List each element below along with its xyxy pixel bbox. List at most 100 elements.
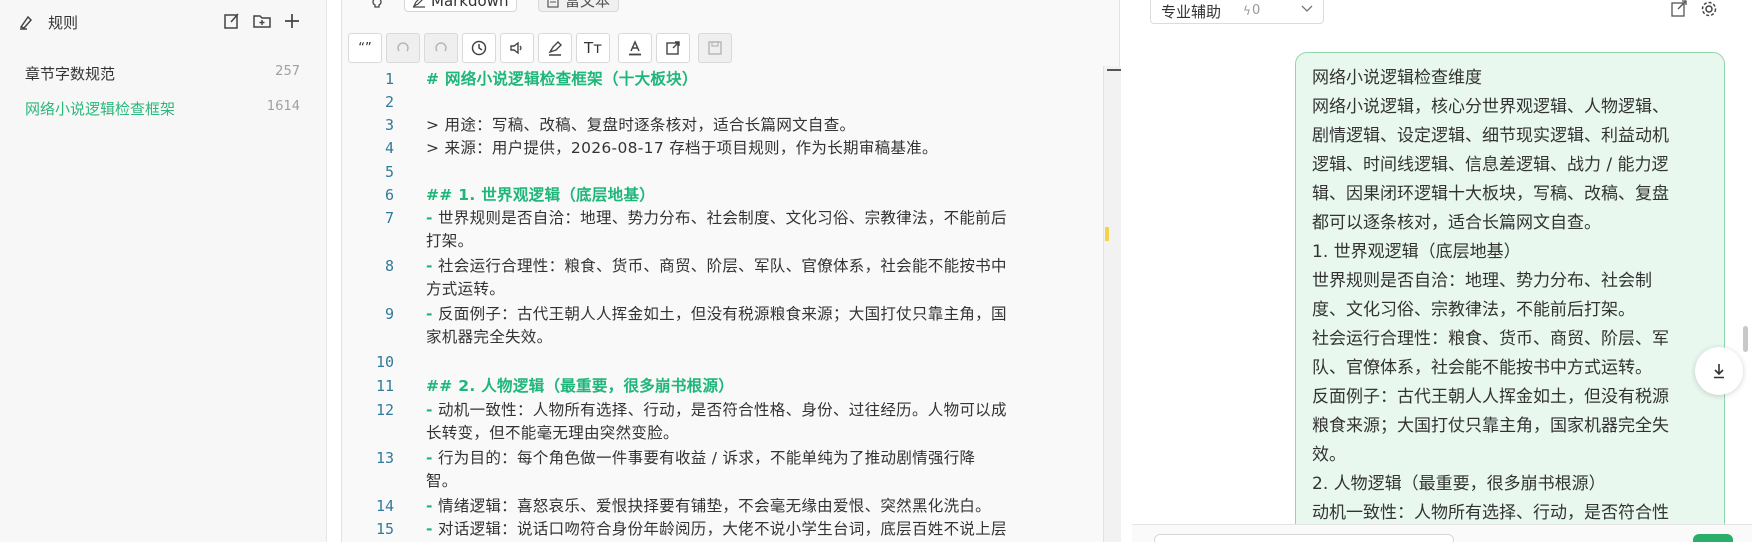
line-text: 家机器完全失效。: [426, 328, 553, 346]
line-number: 8: [384, 257, 394, 275]
assistant-header: 专业辅助 ϟ 0: [1132, 0, 1752, 24]
markdown-editor: Markdown 富文本 “” Tт 1 # 网络小说逻辑检查框架（十大板块） …: [341, 0, 1121, 542]
message-line: 度、文化习俗、宗教律法，不能前后打架。: [1312, 300, 1635, 320]
settings-gear-icon[interactable]: [1700, 0, 1718, 18]
save-icon: [708, 41, 722, 55]
tab-rich-text-label: 富文本: [565, 0, 611, 10]
message-line: 都可以逐条核对，适合长篇网文自查。: [1312, 213, 1601, 233]
code-area[interactable]: 1 # 网络小说逻辑检查框架（十大板块） 2 3 > 用途：写稿、改稿、复盘时逐…: [342, 66, 1102, 542]
chevron-down-icon: [1301, 5, 1313, 12]
app-window: 规则 章节字数规范 257 网络小说逻辑检查框架 1614 Markdown 富…: [0, 0, 1752, 542]
quote-button-label: “”: [358, 40, 372, 56]
rule-item-name: 网络小说逻辑检查框架: [25, 100, 176, 118]
line-number: 3: [384, 116, 394, 134]
message-line: 粮食来源；大国打仗只靠主角，国家机器完全失: [1312, 416, 1669, 436]
history-button[interactable]: [462, 33, 496, 63]
line-text: - 社会运行合理性：粮食、货币、商贸、阶层、军队、官僚体系，社会能不能按书中: [426, 257, 1007, 275]
rule-item-count: 1614: [266, 99, 300, 114]
rule-item[interactable]: 章节字数规范 257: [10, 56, 310, 88]
edit-icon: [412, 0, 425, 8]
speaker-button[interactable]: [500, 33, 534, 63]
rules-icon: [19, 15, 33, 30]
line-text: 打架。: [426, 232, 474, 250]
line-number: 9: [384, 305, 394, 323]
line-text: 方式运转。: [426, 280, 506, 298]
message-line: 2. 人物逻辑（最重要，很多崩书根源）: [1312, 474, 1606, 494]
quote-button[interactable]: “”: [348, 33, 382, 63]
rule-item-name: 章节字数规范: [25, 65, 116, 83]
line-number: 2: [384, 93, 394, 111]
font-color-icon: [629, 40, 641, 56]
message-line: 队、官僚体系，社会能不能按书中方式运转。: [1312, 358, 1652, 378]
line-text: > 来源：用户提供，2026-08-17 存档于项目规则，作为长期审稿基准。: [426, 139, 938, 157]
undo-button[interactable]: [386, 33, 420, 63]
line-number: 5: [384, 163, 394, 181]
tab-rich-text[interactable]: 富文本: [538, 0, 620, 12]
redo-icon: [435, 42, 447, 52]
message-line: 剧情逻辑、设定逻辑、细节现实逻辑、利益动机: [1312, 126, 1669, 146]
new-folder-icon[interactable]: [252, 11, 272, 31]
rule-item-active[interactable]: 网络小说逻辑检查框架 1614: [10, 91, 310, 123]
change-marker: [1105, 227, 1109, 241]
highlighter-button[interactable]: [538, 33, 572, 63]
save-button[interactable]: [698, 33, 732, 63]
message-line: 1. 世界观逻辑（底层地基）: [1312, 242, 1521, 262]
scroll-position-indicator: [1107, 69, 1121, 71]
rule-item-count: 257: [275, 64, 300, 79]
arrow-down-icon: [1714, 364, 1724, 379]
line-number: 13: [375, 449, 394, 467]
line-text: # 网络小说逻辑检查框架（十大板块）: [426, 70, 698, 88]
export-icon: [666, 41, 680, 55]
line-number: 15: [375, 520, 394, 538]
tab-markdown[interactable]: Markdown: [404, 0, 518, 12]
text-size-label: Tт: [584, 39, 602, 57]
message-line: 逻辑、时间线逻辑、信息差逻辑、战力 / 能力逻: [1312, 155, 1669, 175]
line-number: 11: [375, 377, 394, 395]
line-text: - 世界规则是否自洽：地理、势力分布、社会制度、文化习俗、宗教律法，不能前后: [426, 209, 1007, 227]
line-number: 14: [375, 497, 394, 515]
text-size-button[interactable]: Tт: [576, 33, 610, 63]
line-text: > 用途：写稿、改稿、复盘时逐条核对，适合长篇网文自查。: [426, 116, 856, 134]
line-text: ## 2. 人物逻辑（最重要，很多崩书根源）: [426, 377, 735, 395]
message-line: 世界规则是否自洽：地理、势力分布、社会制: [1312, 271, 1652, 291]
scroll-to-bottom-button[interactable]: [1695, 347, 1743, 395]
message-line: 社会运行合理性：粮食、货币、商贸、阶层、军: [1312, 329, 1669, 349]
line-number: 4: [384, 139, 394, 157]
line-text: ## 1. 世界观逻辑（底层地基）: [426, 186, 656, 204]
editor-mode-row: Markdown 富文本: [342, 0, 1121, 22]
lightning-icon: ϟ: [1243, 4, 1251, 18]
line-number: 10: [375, 353, 394, 371]
tab-markdown-label: Markdown: [431, 0, 509, 10]
assistant-panel: 专业辅助 ϟ 0 网络小说逻辑检查维度 网络小说逻辑，核心分世界观逻辑、人物逻辑…: [1132, 0, 1752, 542]
lightbulb-icon[interactable]: [369, 0, 385, 12]
highlighter-icon: [548, 41, 562, 56]
new-file-icon[interactable]: [222, 11, 242, 31]
chat-input[interactable]: [1154, 534, 1454, 542]
line-number: 7: [384, 209, 394, 227]
editor-toolbar: “” Tт: [346, 33, 1116, 65]
redo-button[interactable]: [424, 33, 458, 63]
editor-scrollbar[interactable]: [1103, 66, 1121, 542]
line-number: 12: [375, 401, 394, 419]
history-icon: [471, 40, 487, 56]
line-text: 长转变，但不能毫无理由突然变脸。: [426, 424, 679, 442]
add-icon[interactable]: [282, 11, 302, 31]
document-icon: [547, 0, 559, 8]
send-button[interactable]: [1693, 534, 1733, 542]
line-number: 1: [384, 70, 394, 88]
export-button[interactable]: [656, 33, 690, 63]
undo-icon: [397, 42, 409, 52]
line-text: - 对话逻辑：说话口吻符合身份年龄阅历，大佬不说小学生台词，底层百姓不说上层: [426, 520, 1007, 538]
sidebar-header: 规则: [0, 0, 320, 44]
assistant-message-bubble: 网络小说逻辑检查维度 网络小说逻辑，核心分世界观逻辑、人物逻辑、 剧情逻辑、设定…: [1295, 52, 1725, 542]
message-line: 网络小说逻辑，核心分世界观逻辑、人物逻辑、: [1312, 97, 1669, 117]
line-text: - 反面例子：古代王朝人人挥金如土，但没有税源粮食来源；大国打仗只靠主角，国: [426, 305, 1007, 323]
assistant-mode-select[interactable]: 专业辅助 ϟ 0: [1150, 0, 1324, 24]
sidebar-title: 规则: [48, 14, 79, 32]
assistant-mode-count: 0: [1252, 3, 1261, 18]
chat-scrollbar-thumb[interactable]: [1743, 326, 1748, 352]
open-external-icon[interactable]: [1670, 0, 1688, 18]
font-color-button[interactable]: [618, 33, 652, 63]
line-text: - 动机一致性：人物所有选择、行动，是否符合性格、身份、过往经历。人物可以成: [426, 401, 1007, 419]
speaker-icon: [510, 41, 522, 55]
